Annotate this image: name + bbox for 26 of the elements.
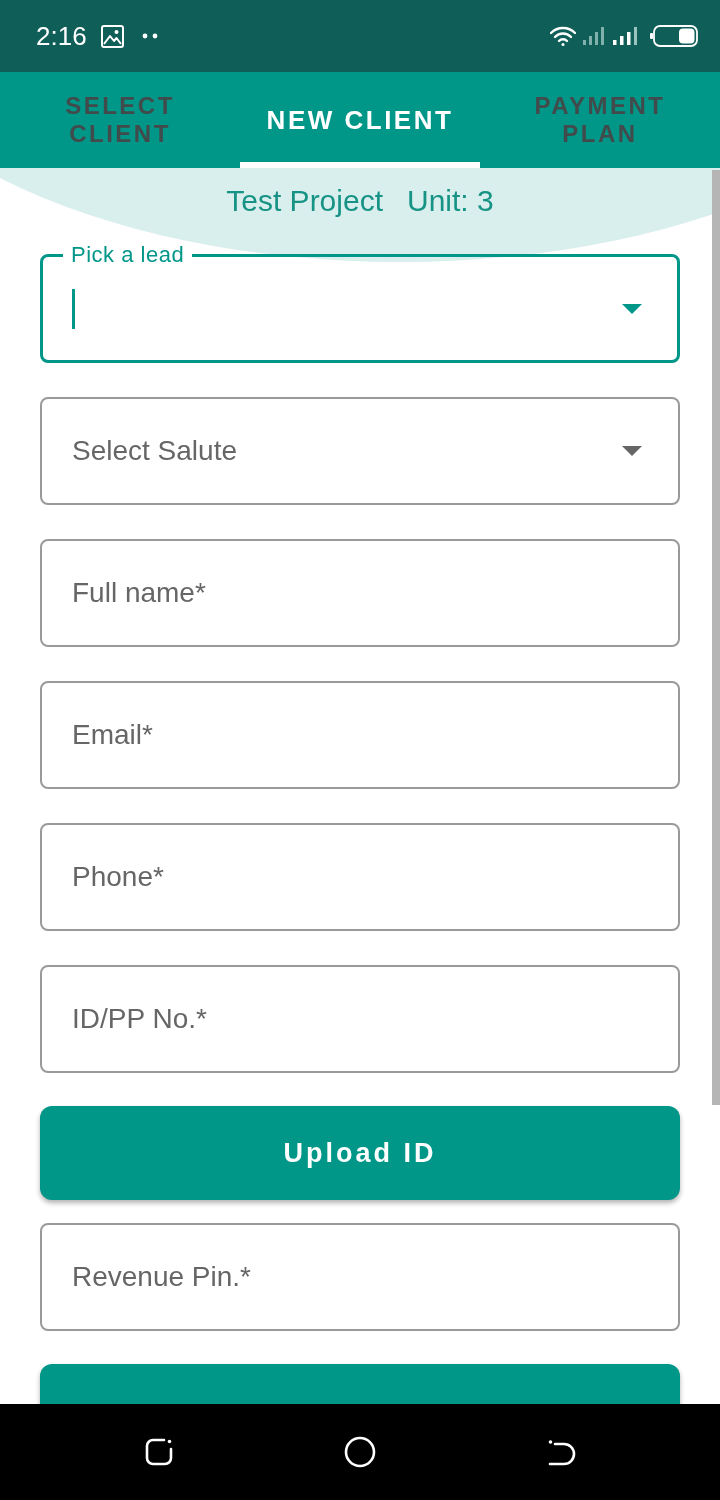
status-time: 2:16 <box>36 20 87 52</box>
dropdown-field[interactable]: Pick a lead <box>40 243 680 363</box>
image-icon <box>100 24 124 48</box>
caret-down-icon <box>622 304 642 314</box>
input-field[interactable]: Phone* <box>40 823 680 931</box>
signal-icon <box>612 27 638 45</box>
recents-icon <box>144 1437 174 1467</box>
dropdown-field[interactable]: Select Salute <box>40 397 680 505</box>
text-cursor-icon <box>72 289 75 329</box>
input-field[interactable]: Full name* <box>40 539 680 647</box>
battery-icon <box>650 25 698 47</box>
project-title: Test Project <box>226 184 383 218</box>
dots-icon <box>141 33 158 39</box>
tab[interactable]: PAYMENT PLAN <box>480 72 720 168</box>
tab[interactable]: NEW CLIENT <box>240 72 480 168</box>
wifi-icon <box>550 26 576 46</box>
home-icon <box>344 1436 376 1468</box>
unit-label: Unit: 3 <box>407 184 494 218</box>
signal-icon <box>582 27 606 45</box>
upload-button[interactable]: Upload ID <box>40 1106 680 1200</box>
tab[interactable]: SELECT CLIENT <box>0 72 240 168</box>
input-field[interactable]: ID/PP No.* <box>40 965 680 1073</box>
input-field[interactable]: Revenue Pin.* <box>40 1223 680 1331</box>
back-icon <box>546 1438 576 1466</box>
input-field[interactable]: Email* <box>40 681 680 789</box>
caret-down-icon <box>622 446 642 456</box>
